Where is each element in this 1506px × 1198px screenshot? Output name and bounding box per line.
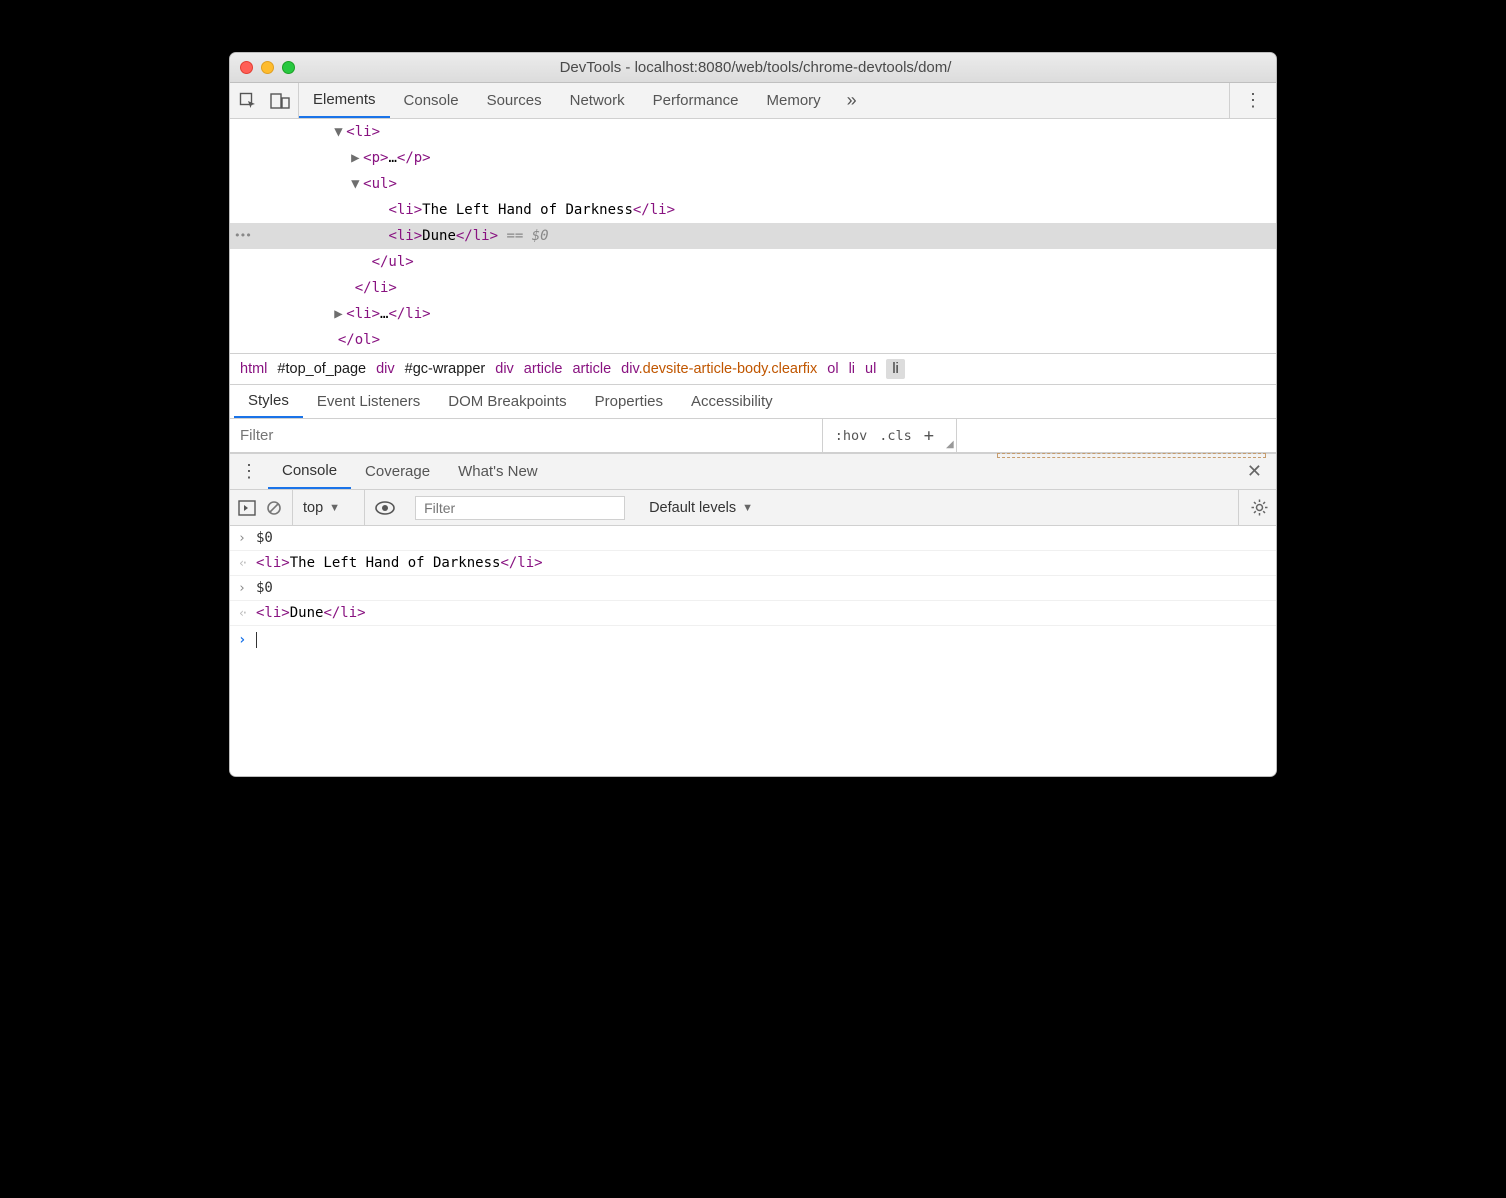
- breadcrumb-item[interactable]: article: [572, 361, 611, 377]
- window-title: DevTools - localhost:8080/web/tools/chro…: [245, 59, 1266, 76]
- tab-sources[interactable]: Sources: [473, 83, 556, 118]
- tab-memory[interactable]: Memory: [753, 83, 835, 118]
- drawer-tab-coverage[interactable]: Coverage: [351, 454, 444, 489]
- console-sidebar-toggle-icon[interactable]: [238, 500, 256, 516]
- drawer-tab-what-s-new[interactable]: What's New: [444, 454, 552, 489]
- more-tabs-icon[interactable]: »: [835, 90, 869, 111]
- dom-node[interactable]: <li>Dune</li> == $0: [230, 223, 1276, 249]
- computed-pane: [956, 419, 1276, 452]
- dom-node[interactable]: </li>: [230, 275, 1276, 301]
- breadcrumb-item[interactable]: #top_of_page: [277, 361, 366, 377]
- pseudo-hov-button[interactable]: :hov: [831, 428, 872, 444]
- breadcrumb-item[interactable]: li: [849, 361, 855, 377]
- breadcrumb-item[interactable]: article: [524, 361, 563, 377]
- styles-tab-dom-breakpoints[interactable]: DOM Breakpoints: [434, 385, 580, 418]
- console-line: <li>The Left Hand of Darkness</li>: [230, 551, 1276, 576]
- drawer-kebab-icon[interactable]: ⋮: [230, 461, 268, 482]
- console-prompt[interactable]: ›: [230, 626, 1276, 654]
- dom-node[interactable]: ▼<li>: [230, 119, 1276, 145]
- dom-tree[interactable]: ▼<li> ▶<p>…</p> ▼<ul> <li>The Left Hand …: [230, 119, 1276, 353]
- breadcrumb-item[interactable]: div: [376, 361, 395, 377]
- styles-tab-properties[interactable]: Properties: [581, 385, 677, 418]
- breadcrumb-item[interactable]: div.devsite-article-body.clearfix: [621, 361, 817, 377]
- breadcrumb-item[interactable]: li: [886, 359, 904, 379]
- breadcrumb-item[interactable]: ul: [865, 361, 876, 377]
- drawer: ⋮ ConsoleCoverageWhat's New ✕ top ▼: [230, 453, 1276, 776]
- context-selector[interactable]: top ▼: [303, 500, 354, 516]
- device-toggle-icon[interactable]: [270, 91, 290, 111]
- cls-button[interactable]: .cls: [875, 428, 916, 444]
- dom-node[interactable]: ▼<ul>: [230, 171, 1276, 197]
- dom-node[interactable]: ▶<p>…</p>: [230, 145, 1276, 171]
- styles-tab-event-listeners[interactable]: Event Listeners: [303, 385, 434, 418]
- chevron-down-icon: ▼: [742, 502, 753, 514]
- console-settings-icon[interactable]: [1238, 490, 1268, 525]
- breadcrumb-item[interactable]: div: [495, 361, 514, 377]
- live-expression-icon[interactable]: [364, 490, 405, 525]
- dom-breadcrumb[interactable]: html #top_of_page div #gc-wrapper div article…: [230, 353, 1276, 385]
- dom-node[interactable]: ▶<li>…</li>: [230, 301, 1276, 327]
- console-line: <li>Dune</li>: [230, 601, 1276, 626]
- breadcrumb-item[interactable]: ol: [827, 361, 838, 377]
- drawer-tab-console[interactable]: Console: [268, 454, 351, 489]
- tab-elements[interactable]: Elements: [299, 83, 390, 118]
- dom-node[interactable]: <li>The Left Hand of Darkness</li>: [230, 197, 1276, 223]
- tab-network[interactable]: Network: [556, 83, 639, 118]
- console-controls: top ▼ Default levels ▼: [230, 490, 1276, 526]
- dom-node[interactable]: </ul>: [230, 249, 1276, 275]
- new-style-rule-icon[interactable]: +: [920, 426, 938, 446]
- window-titlebar: DevTools - localhost:8080/web/tools/chro…: [230, 53, 1276, 83]
- settings-kebab-icon[interactable]: ⋮: [1229, 83, 1276, 118]
- main-toolbar: ElementsConsoleSourcesNetworkPerformance…: [230, 83, 1276, 119]
- console-line: $0: [230, 526, 1276, 551]
- styles-tab-styles[interactable]: Styles: [234, 385, 303, 418]
- breadcrumb-item[interactable]: html: [240, 361, 267, 377]
- inspect-icon[interactable]: [238, 91, 258, 111]
- console-output[interactable]: $0 <li>The Left Hand of Darkness</li>$0 …: [230, 526, 1276, 776]
- dom-node[interactable]: </ol>: [230, 327, 1276, 353]
- styles-filter-bar: :hov .cls + ◢: [230, 419, 1276, 453]
- box-model-margin: [997, 453, 1266, 458]
- tab-console[interactable]: Console: [390, 83, 473, 118]
- console-line: $0: [230, 576, 1276, 601]
- styles-tab-accessibility[interactable]: Accessibility: [677, 385, 787, 418]
- devtools-window: DevTools - localhost:8080/web/tools/chro…: [229, 52, 1277, 777]
- clear-console-icon[interactable]: [266, 500, 282, 516]
- console-filter-input[interactable]: [415, 496, 625, 520]
- styles-tabs: StylesEvent ListenersDOM BreakpointsProp…: [230, 385, 1276, 419]
- resize-corner-icon[interactable]: ◢: [946, 439, 956, 452]
- styles-filter-input[interactable]: [230, 427, 822, 444]
- drawer-close-icon[interactable]: ✕: [1233, 461, 1276, 482]
- drawer-tabs: ⋮ ConsoleCoverageWhat's New ✕: [230, 454, 1276, 490]
- chevron-down-icon: ▼: [329, 502, 340, 514]
- log-levels-selector[interactable]: Default levels ▼: [649, 500, 767, 516]
- breadcrumb-item[interactable]: #gc-wrapper: [405, 361, 486, 377]
- tab-performance[interactable]: Performance: [639, 83, 753, 118]
